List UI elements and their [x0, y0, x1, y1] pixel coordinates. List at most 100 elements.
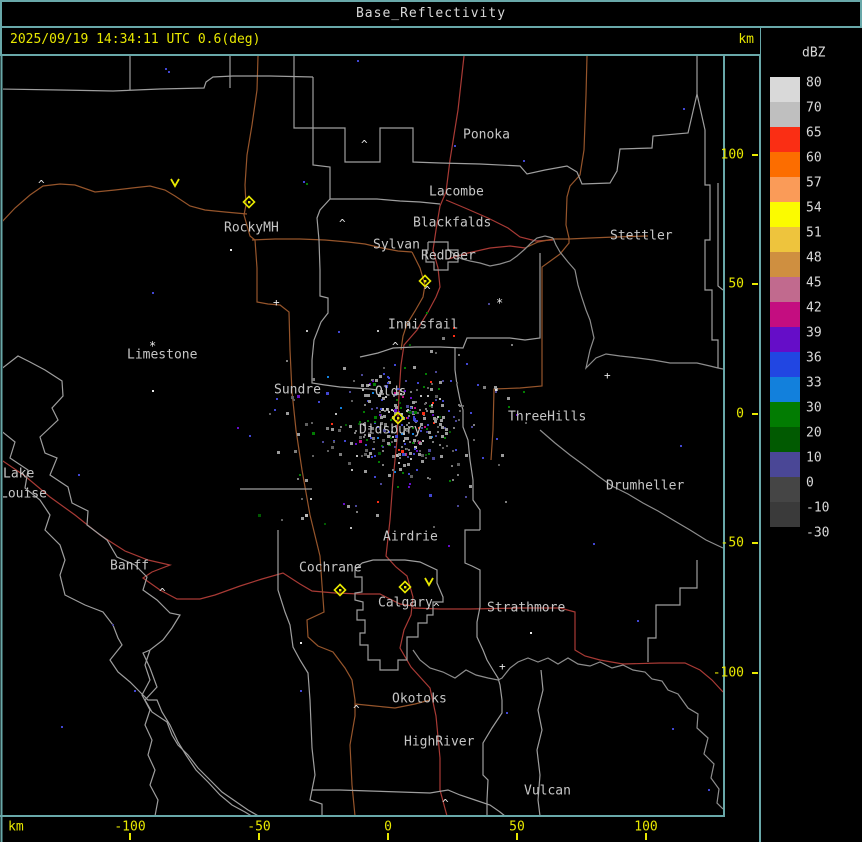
echo-dot [399, 402, 401, 404]
echo-dot [384, 410, 386, 412]
echo-dot [382, 439, 385, 442]
echo-dot [407, 409, 409, 411]
plus-marker-icon: + [273, 296, 280, 309]
echo-dot [432, 441, 434, 443]
echo-dot [458, 354, 460, 356]
echo-dot [312, 378, 315, 381]
echo-dot [356, 455, 358, 457]
echo-dot [427, 477, 429, 479]
echo-dot [434, 420, 437, 423]
echo-dot [382, 446, 384, 448]
color-scale-block [770, 302, 800, 327]
echo-dot [404, 443, 406, 445]
echo-dot [403, 440, 405, 442]
echo-dot [427, 387, 429, 389]
echo-dot [427, 424, 429, 426]
radar-map-canvas[interactable]: ^^^^^^^^^**+++PonokaLacombeBlackfaldsSyl… [0, 0, 862, 842]
echo-dot [438, 388, 440, 390]
echo-dot [361, 455, 363, 457]
color-scale-label: -30 [806, 526, 829, 541]
echo-dot [377, 330, 379, 332]
echo-dot [375, 379, 378, 382]
echo-dot [306, 183, 308, 185]
echo-dot [318, 401, 320, 403]
echo-dot [407, 456, 409, 458]
echo-dot [430, 410, 433, 413]
echo-dot [322, 441, 324, 443]
echo-dot [277, 451, 280, 454]
right-axis-tick-label: 100 [721, 148, 744, 163]
place-label-stettler: Stettler [610, 229, 673, 244]
color-scale-block [770, 127, 800, 152]
color-scale-block [770, 352, 800, 377]
place-label-didsbury: Didsbury [359, 423, 422, 438]
echo-dot [453, 416, 455, 418]
echo-dot [470, 412, 472, 414]
echo-dot [413, 366, 416, 369]
bottom-axis-tick-label: 0 [384, 820, 392, 835]
echo-dot [355, 430, 357, 432]
echo-dot [390, 419, 392, 421]
echo-dot [458, 404, 460, 406]
echo-dot [403, 464, 406, 467]
boundary-line [717, 183, 723, 291]
echo-dot [453, 335, 455, 337]
echo-dot [430, 350, 433, 353]
place-label-limestone: Limestone [127, 348, 198, 363]
place-label-airdrie: Airdrie [383, 530, 438, 545]
echo-dot [301, 517, 304, 520]
echo-dot [355, 443, 357, 445]
echo-dot [356, 511, 358, 513]
road-line [490, 56, 588, 461]
echo-dot [331, 446, 334, 449]
echo-dot [349, 391, 351, 393]
echo-dot [394, 404, 397, 407]
echo-dot [391, 441, 393, 443]
color-scale-block [770, 452, 800, 477]
plus-marker-icon: + [499, 660, 506, 673]
echo-dot [311, 422, 313, 424]
echo-dot [359, 440, 362, 443]
echo-dot [415, 401, 417, 403]
echo-dot [457, 505, 459, 507]
color-scale-block [770, 227, 800, 252]
echo-dot [338, 331, 340, 333]
color-scale-label: 60 [806, 151, 822, 166]
echo-dot [442, 337, 445, 340]
echo-dot [423, 386, 425, 388]
echo-dot [448, 545, 450, 547]
color-scale-label: 51 [806, 226, 822, 241]
plus-marker-icon: + [604, 369, 611, 382]
color-scale-block [770, 152, 800, 177]
echo-dot [364, 394, 367, 397]
color-scale-label: 45 [806, 276, 822, 291]
echo-dot [398, 453, 401, 456]
boundary-line [3, 355, 258, 815]
echo-dot [350, 527, 352, 529]
echo-dot [409, 344, 411, 346]
echo-dot [409, 483, 411, 485]
color-scale-label: 65 [806, 126, 822, 141]
echo-dot [410, 397, 412, 399]
echo-dot [428, 449, 431, 452]
echo-dot [373, 448, 375, 450]
echo-dot [367, 455, 370, 458]
echo-dot [340, 407, 342, 409]
echo-dot [462, 405, 464, 407]
boundary-line [312, 789, 505, 815]
echo-dot [374, 455, 376, 457]
echo-dot [439, 444, 441, 446]
echo-dot [363, 411, 365, 413]
echo-dot [426, 431, 428, 433]
place-label-calgary: Calgary [378, 596, 433, 611]
echo-dot [433, 526, 435, 528]
echo-dot [338, 429, 341, 432]
boundary-line [312, 77, 441, 205]
bottom-axis-tick-label: -100 [114, 820, 145, 835]
echo-dot [439, 423, 442, 426]
echo-dot [452, 479, 454, 481]
echo-dot [444, 437, 446, 439]
echo-dot [372, 392, 374, 394]
echo-dot [294, 450, 297, 453]
summit-caret-icon: ^ [159, 586, 166, 599]
